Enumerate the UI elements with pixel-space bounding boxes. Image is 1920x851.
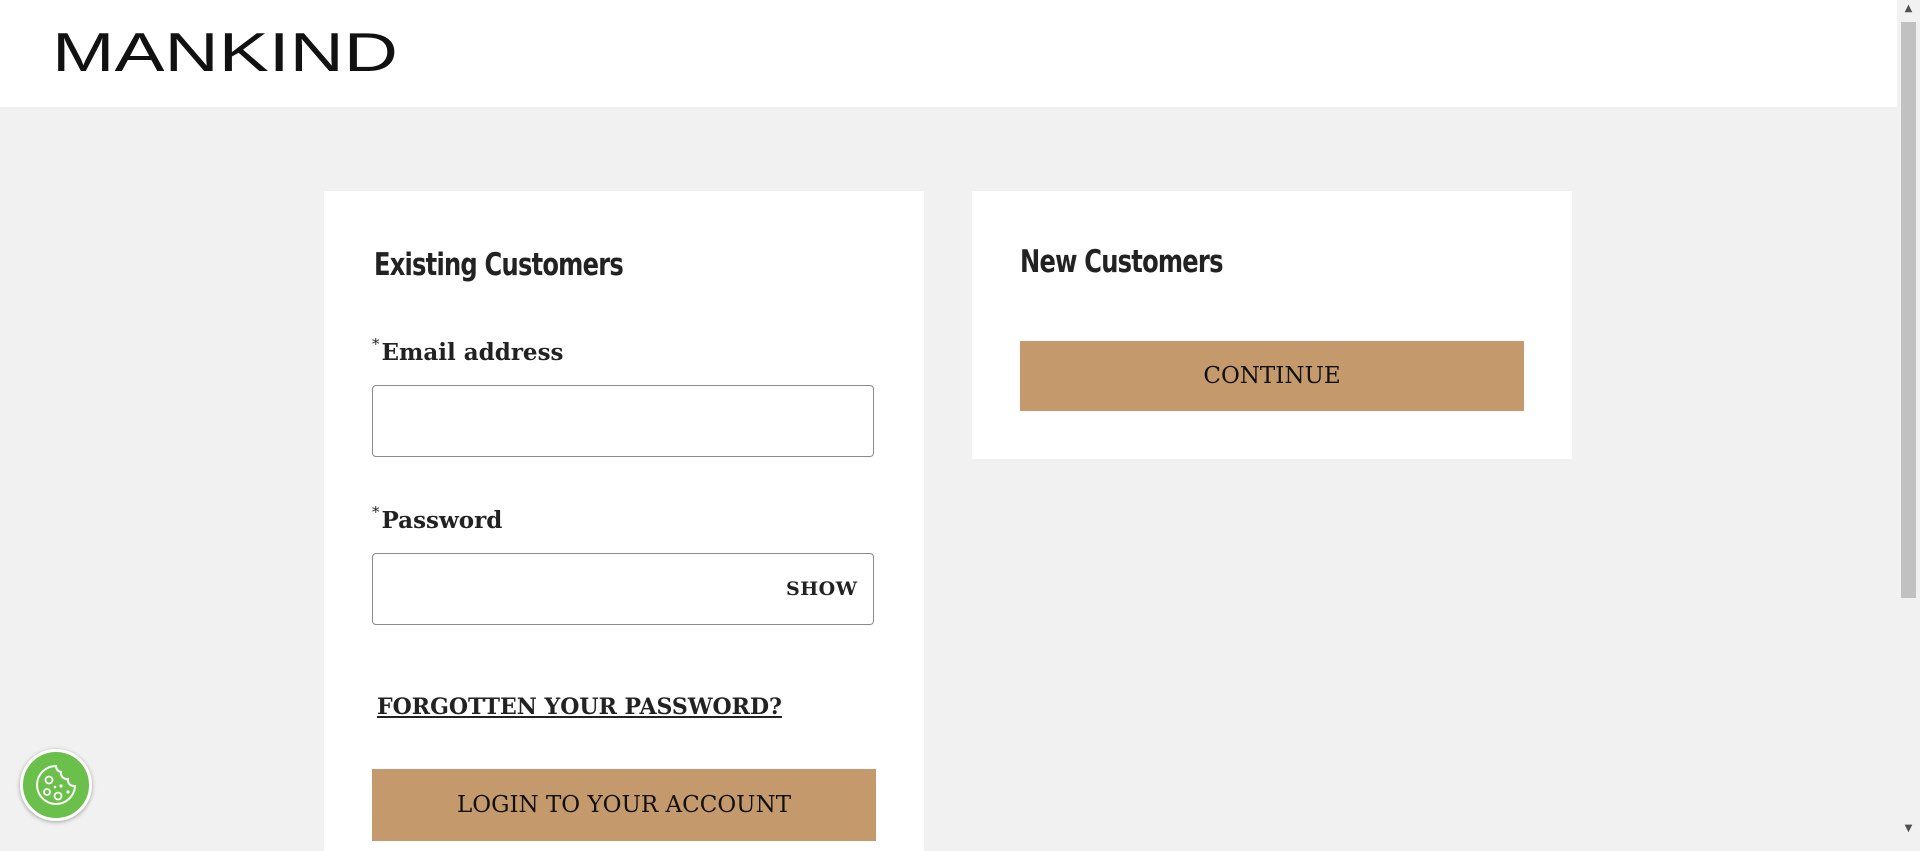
existing-customers-panel: Existing Customers *Email address *Passw… xyxy=(324,191,924,851)
scroll-up-arrow-icon[interactable]: ▲ xyxy=(1897,0,1920,17)
password-label-text: Password xyxy=(381,507,503,534)
required-marker: * xyxy=(372,335,380,353)
email-field[interactable] xyxy=(372,385,874,457)
scrollbar-thumb[interactable] xyxy=(1901,22,1916,598)
site-header: MANKIND xyxy=(0,0,1897,107)
required-marker: * xyxy=(372,503,380,521)
password-label: *Password xyxy=(372,503,503,534)
forgot-password-link[interactable]: FORGOTTEN YOUR PASSWORD? xyxy=(377,694,782,720)
svg-text:MANKIND: MANKIND xyxy=(52,27,398,77)
new-customers-title: New Customers xyxy=(1020,244,1223,280)
scroll-down-arrow-icon[interactable]: ▼ xyxy=(1897,820,1920,837)
cookie-settings-button[interactable] xyxy=(20,749,92,821)
continue-button[interactable]: CONTINUE xyxy=(1020,341,1524,411)
show-password-toggle[interactable]: SHOW xyxy=(786,578,858,600)
vertical-scrollbar[interactable]: ▲ ▼ xyxy=(1897,0,1920,837)
cookie-icon xyxy=(36,764,77,805)
brand-logo[interactable]: MANKIND xyxy=(52,27,400,77)
mankind-wordmark: MANKIND xyxy=(52,27,398,77)
login-button[interactable]: LOGIN TO YOUR ACCOUNT xyxy=(372,769,876,841)
email-label-text: Email address xyxy=(381,339,564,366)
existing-customers-title: Existing Customers xyxy=(374,247,624,283)
new-customers-panel: New Customers CONTINUE xyxy=(972,191,1572,459)
email-label: *Email address xyxy=(372,335,564,366)
